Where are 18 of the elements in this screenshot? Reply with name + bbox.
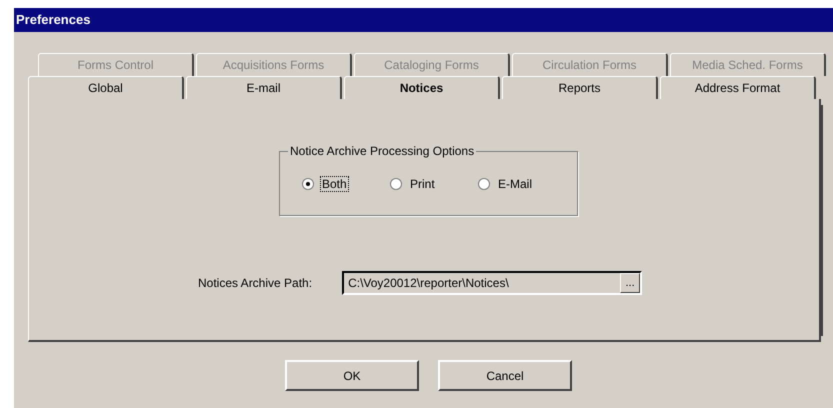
ok-button[interactable]: OK bbox=[285, 360, 419, 391]
radio-icon[interactable] bbox=[390, 178, 402, 190]
tab[interactable]: Address Format bbox=[660, 76, 816, 99]
path-field[interactable]: C:\Voy20012\reporter\Notices\ ... bbox=[342, 271, 642, 295]
tab[interactable]: Notices bbox=[344, 76, 500, 99]
radio-option[interactable]: Print bbox=[390, 176, 478, 192]
browse-button[interactable]: ... bbox=[620, 273, 640, 293]
tab[interactable]: Reports bbox=[502, 76, 658, 99]
radio-option[interactable]: E-Mail bbox=[478, 176, 566, 192]
path-label: Notices Archive Path: bbox=[198, 276, 312, 290]
radio-icon[interactable] bbox=[302, 178, 314, 190]
radio-option[interactable]: Both bbox=[302, 176, 390, 192]
group-title: Notice Archive Processing Options bbox=[288, 144, 476, 158]
cancel-button[interactable]: Cancel bbox=[438, 360, 572, 391]
window-title: Preferences bbox=[14, 8, 833, 32]
tab[interactable]: E-mail bbox=[186, 76, 342, 99]
tab[interactable]: Global bbox=[28, 76, 184, 99]
radio-icon[interactable] bbox=[478, 178, 490, 190]
